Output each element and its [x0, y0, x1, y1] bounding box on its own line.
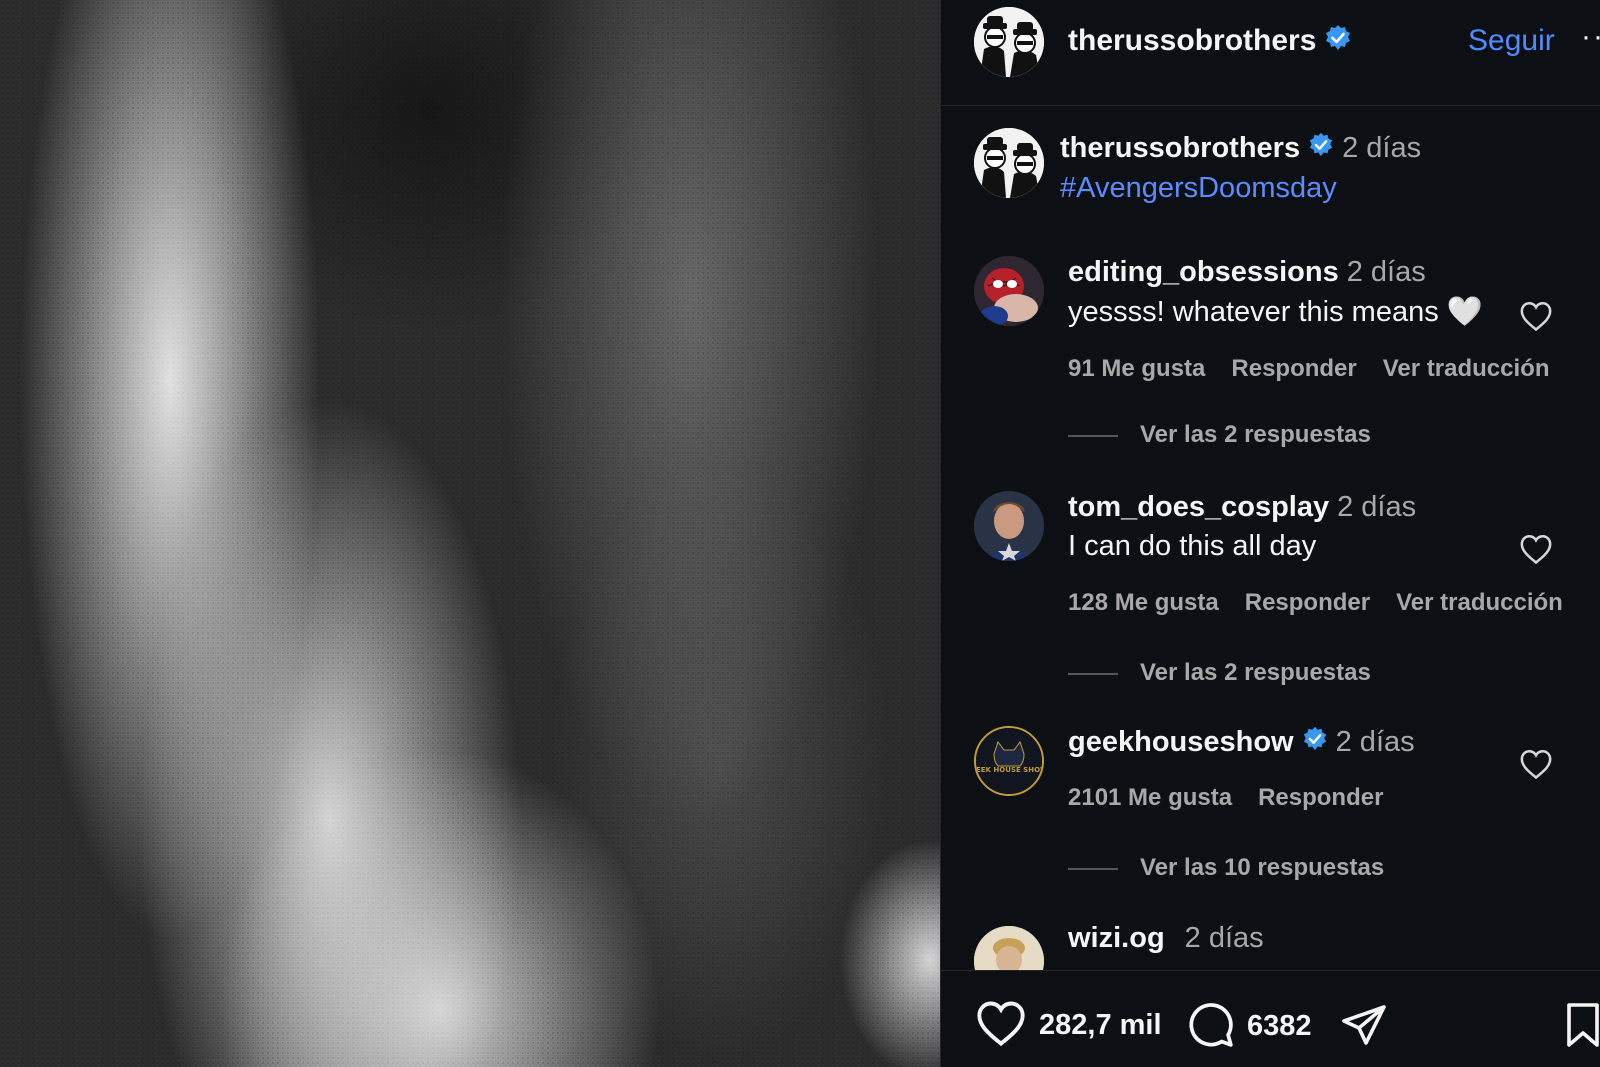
comment-time: 2 días — [1346, 256, 1426, 288]
replies-divider — [1068, 434, 1118, 437]
replies-divider — [1068, 672, 1118, 675]
caption-header: therussobrothers 2 días — [1060, 132, 1560, 166]
caption-username[interactable]: therussobrothers — [1060, 132, 1300, 164]
comment-text: yessss! whatever this means 🤍 — [1068, 296, 1483, 328]
comment-bubble-icon[interactable] — [1185, 999, 1235, 1054]
comment-like-heart-icon[interactable] — [1519, 533, 1553, 570]
comment-body: editing_obsessions 2 días yessss! whateve… — [1068, 256, 1568, 449]
commenter-avatar[interactable] — [974, 491, 1044, 561]
comment-time: 2 días — [1335, 726, 1415, 758]
like-button[interactable]: 282,7 mil — [975, 999, 1162, 1052]
comment-meta: 128 Me gusta Responder Ver traducción — [1068, 589, 1568, 617]
commenter-avatar[interactable]: GEEK HOUSE SHOW — [974, 726, 1044, 796]
comment-likes-link[interactable]: 128 Me gusta — [1068, 589, 1219, 616]
commenter-username[interactable]: geekhouseshow — [1068, 726, 1294, 758]
post-header: therussobrothers Seguir ·· — [941, 0, 1600, 106]
commenter-avatar[interactable] — [974, 926, 1044, 970]
comment-body: geekhouseshow 2 días 2101 Me gusta Respond… — [1068, 726, 1568, 882]
replies-divider — [1068, 868, 1118, 870]
like-count[interactable]: 282,7 mil — [1039, 1009, 1162, 1042]
comment-text: I can do this all day — [1068, 530, 1317, 562]
comment-likes-link[interactable]: 2101 Me gusta — [1068, 784, 1232, 811]
view-replies-label[interactable]: Ver las 2 respuestas — [1140, 421, 1371, 448]
reply-button[interactable]: Responder — [1231, 355, 1356, 382]
translate-button[interactable]: Ver traducción — [1383, 355, 1550, 382]
view-replies-button[interactable]: Ver las 2 respuestas — [1068, 659, 1568, 687]
heart-icon[interactable] — [975, 999, 1027, 1052]
follow-button[interactable]: Seguir — [1468, 24, 1555, 58]
verified-badge-icon — [1308, 132, 1334, 166]
reply-button[interactable]: Responder — [1245, 589, 1370, 616]
comment-header: wizi.og 2 días — [1068, 922, 1568, 955]
caption-body: therussobrothers 2 días #AvengersDoomsday — [1060, 128, 1560, 205]
caption-time: 2 días — [1342, 132, 1422, 164]
film-grain-overlay — [0, 0, 940, 1067]
commenter-username[interactable]: tom_does_cosplay — [1068, 491, 1329, 523]
comment-header: tom_does_cosplay 2 días — [1068, 491, 1568, 524]
comment-likes-link[interactable]: 91 Me gusta — [1068, 355, 1205, 382]
verified-badge-icon — [1302, 726, 1328, 760]
post-media-image[interactable] — [0, 0, 940, 1067]
share-button[interactable] — [1339, 1001, 1389, 1054]
commenter-username[interactable]: wizi.og — [1068, 922, 1165, 954]
comment-like-heart-icon[interactable] — [1519, 748, 1553, 785]
author-avatar[interactable] — [974, 7, 1044, 77]
more-options-icon[interactable]: ·· — [1581, 20, 1600, 54]
comment-meta: 91 Me gusta Responder Ver traducción — [1068, 355, 1568, 383]
comment-time: 2 días — [1184, 922, 1264, 954]
author-username[interactable]: therussobrothers — [1068, 24, 1352, 60]
view-replies-label[interactable]: Ver las 2 respuestas — [1140, 659, 1371, 686]
commenter-username[interactable]: editing_obsessions — [1068, 256, 1339, 288]
save-button[interactable] — [1565, 1001, 1600, 1054]
view-replies-label[interactable]: Ver las 10 respuestas — [1140, 854, 1384, 881]
post-actions-bar: 282,7 mil 6382 — [941, 970, 1600, 1067]
view-replies-button[interactable]: Ver las 10 respuestas — [1068, 854, 1568, 882]
comments-list[interactable]: therussobrothers 2 días #AvengersDoomsday — [941, 106, 1600, 970]
comment-header: geekhouseshow 2 días — [1068, 726, 1568, 760]
reply-button[interactable]: Responder — [1258, 784, 1383, 811]
comment-body: tom_does_cosplay 2 días I can do this all… — [1068, 491, 1568, 687]
post-side-panel: therussobrothers Seguir ·· — [940, 0, 1600, 1067]
translate-button[interactable]: Ver traducción — [1396, 589, 1563, 616]
commenter-avatar[interactable] — [974, 256, 1044, 326]
author-username-text[interactable]: therussobrothers — [1068, 24, 1316, 57]
verified-badge-icon — [1324, 24, 1352, 60]
view-replies-button[interactable]: Ver las 2 respuestas — [1068, 421, 1568, 449]
geekhouse-logo-text: GEEK HOUSE SHOW — [976, 766, 1042, 774]
bookmark-icon[interactable] — [1565, 1001, 1600, 1054]
comment-time: 2 días — [1337, 491, 1417, 523]
comment-header: editing_obsessions 2 días — [1068, 256, 1568, 289]
paper-plane-share-icon[interactable] — [1339, 1001, 1389, 1054]
caption-hashtag-link[interactable]: #AvengersDoomsday — [1060, 172, 1560, 205]
comment-like-heart-icon[interactable] — [1519, 300, 1553, 337]
comment-meta: 2101 Me gusta Responder — [1068, 784, 1568, 812]
comment-body: wizi.og 2 días — [1068, 922, 1568, 955]
comment-button[interactable]: 6382 — [1185, 999, 1312, 1054]
comment-count[interactable]: 6382 — [1247, 1010, 1312, 1043]
caption-author-avatar[interactable] — [974, 128, 1044, 198]
